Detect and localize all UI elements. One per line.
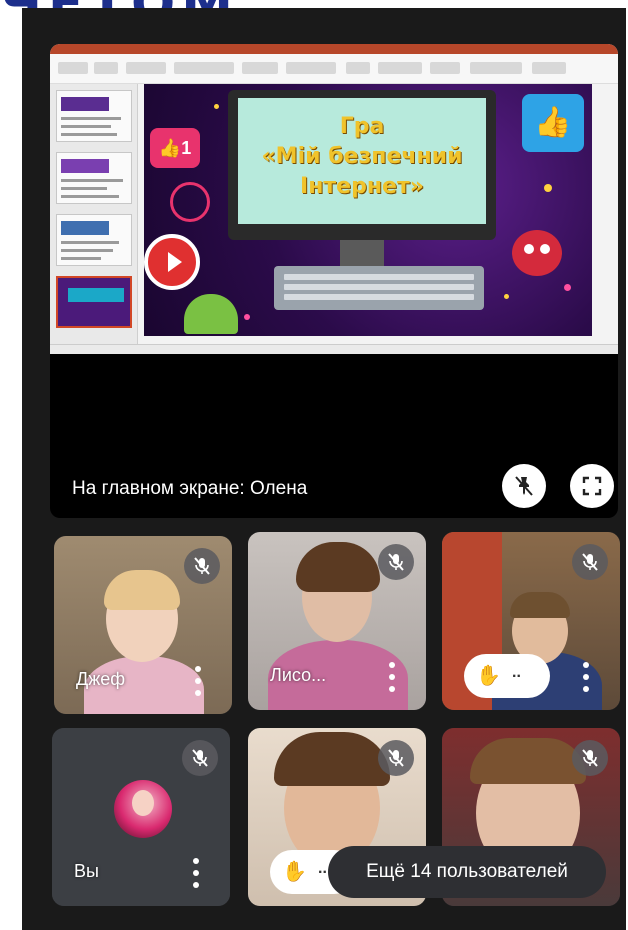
slide-thumbnails — [50, 84, 138, 346]
mic-off-icon — [582, 749, 598, 767]
participant-tile[interactable]: Лисо... — [248, 532, 426, 710]
presentation-slide: 👍1 👍 Гра «Мій безпечний Інтернет» — [144, 84, 592, 336]
more-options-button[interactable] — [192, 858, 200, 888]
thumbs-up-icon: 👍 — [522, 94, 584, 152]
mic-off-icon — [192, 749, 208, 767]
slide-title-line1: Гра — [339, 114, 385, 139]
mic-off-button[interactable] — [572, 544, 608, 580]
slide-title-line2: «Мій безпечний — [261, 144, 463, 169]
raised-hand-dots: .. — [318, 860, 327, 877]
pin-off-icon — [515, 476, 533, 496]
participant-tile-self[interactable]: Вы — [52, 728, 230, 906]
mic-off-button[interactable] — [572, 740, 608, 776]
participant-name: Джеф — [76, 669, 126, 689]
self-avatar — [114, 780, 172, 838]
mic-off-button[interactable] — [378, 544, 414, 580]
mic-off-icon — [388, 553, 404, 571]
mic-off-icon — [194, 557, 210, 575]
mic-off-icon — [582, 553, 598, 571]
raised-hand-dots: .. — [512, 664, 521, 681]
android-icon — [184, 294, 238, 334]
participant-tile[interactable]: ✋ .. — [442, 532, 620, 710]
youtube-icon — [144, 234, 200, 290]
raised-hand-icon: ✋ — [282, 861, 307, 883]
ppt-titlebar — [50, 44, 618, 54]
shared-screen: 👍1 👍 Гра «Мій безпечний Інтернет» — [50, 44, 618, 354]
unpin-button[interactable] — [502, 464, 546, 508]
like-count: 1 — [181, 138, 192, 158]
fullscreen-icon — [582, 476, 602, 496]
monitor-graphic: Гра «Мій безпечний Інтернет» — [228, 90, 496, 240]
participant-name: Вы — [74, 861, 99, 881]
virus-bug-icon — [512, 230, 562, 276]
fullscreen-button[interactable] — [570, 464, 614, 508]
more-options-button[interactable] — [194, 666, 202, 696]
mic-off-icon — [388, 749, 404, 767]
ppt-statusbar — [50, 344, 618, 354]
participant-tile[interactable]: Джеф — [54, 536, 232, 714]
keyboard-graphic — [274, 266, 484, 310]
main-stage[interactable]: 👍1 👍 Гра «Мій безпечний Інтернет» На гла… — [50, 44, 618, 518]
like-badge: 👍1 — [150, 128, 200, 168]
phone-icon — [170, 182, 210, 222]
monitor-screen: Гра «Мій безпечний Інтернет» — [238, 98, 486, 224]
raised-hand-badge: ✋ .. — [464, 654, 550, 698]
ppt-ribbon — [50, 54, 618, 84]
main-screen-label: На главном экране: Олена — [72, 478, 308, 499]
more-participants-button[interactable]: Ещё 14 пользователей — [328, 846, 606, 898]
slide-title-line3: Інтернет» — [300, 174, 424, 199]
monitor-stand — [340, 240, 384, 266]
more-options-button[interactable] — [582, 662, 590, 692]
meeting-window: 👍1 👍 Гра «Мій безпечний Інтернет» На гла… — [22, 8, 626, 930]
raised-hand-icon: ✋ — [476, 665, 501, 687]
more-options-button[interactable] — [388, 662, 396, 692]
slide-title: Гра «Мій безпечний Інтернет» — [238, 112, 486, 202]
mic-off-button[interactable] — [182, 740, 218, 776]
mic-off-button[interactable] — [184, 548, 220, 584]
mic-off-button[interactable] — [378, 740, 414, 776]
participant-name: Лисо... — [270, 665, 327, 685]
